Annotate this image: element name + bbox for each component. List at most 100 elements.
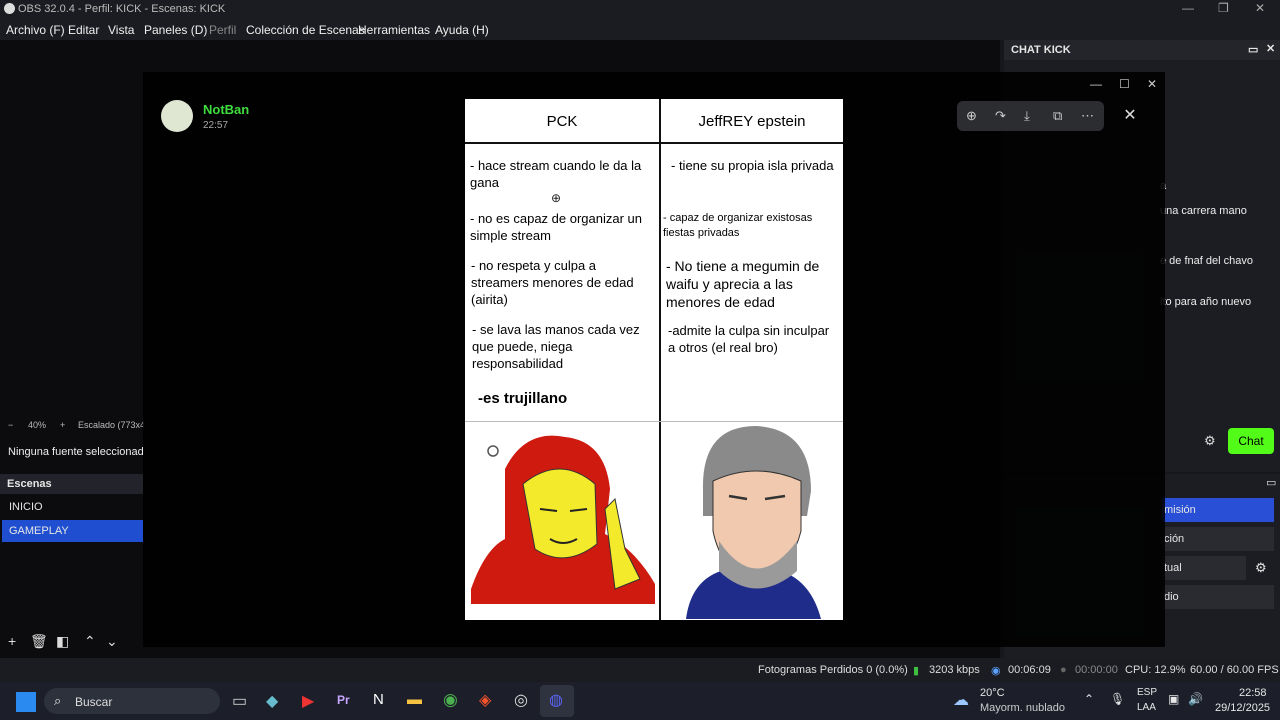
left-item: - no respeta y culpa a streamers menores… [471,258,634,307]
chevron-up-icon[interactable]: ⌃ [1084,692,1094,706]
premiere-icon[interactable]: Pr [337,693,350,707]
scene-item-inicio[interactable]: INICIO [2,496,143,518]
weather-icon: ☁ [953,692,969,709]
scenes-toolbar: + 🗑 ◧ ⌃ ⌄ [0,630,143,654]
search-placeholder: Buscar [75,695,113,709]
scene-item-gameplay[interactable]: GAMEPLAY [2,520,143,542]
wojak-red-hood-drawing [471,435,655,604]
message-time: 22:57 [203,120,229,131]
gear-icon[interactable]: ⚙ [1255,560,1267,576]
notion-icon[interactable]: N [373,691,384,708]
start-stream-button[interactable]: misión [1162,498,1274,522]
obs-logo-icon [4,3,15,14]
menu-editar[interactable]: Editar [68,23,99,37]
obs-titlebar: OBS 32.0.4 - Perfil: KICK - Escenas: KIC… [0,0,1280,18]
brave-icon[interactable]: ◈ [479,690,491,710]
avatar[interactable] [161,100,193,132]
right-column-header: JeffREY epstein [661,99,843,144]
windows-start-icon[interactable] [16,692,36,712]
viewer-toolbar: ⊕ ↷ ⤓ ⧉ ⋯ [957,101,1104,131]
left-item: - se lava las manos cada vez que puede, … [472,322,640,371]
folder-icon[interactable]: ▬ [407,691,422,708]
right-item: - capaz de organizar existosas fiestas p… [663,212,813,239]
chrome-icon[interactable]: ◉ [443,690,458,710]
scenes-title: Escenas [7,478,52,490]
zoom-out-button[interactable]: − [8,420,13,430]
maximize-button[interactable]: ☐ [1119,77,1130,91]
zoom-in-button[interactable]: + [60,420,65,430]
bitrate: 3203 kbps [929,664,980,676]
weather-desc: Mayorm. nublado [980,702,1065,714]
stream-icon: ● [1060,664,1067,676]
cpu-usage: CPU: 12.9% [1125,664,1186,676]
right-item: - tiene su propia isla privada [671,158,834,173]
obs-taskbar-icon[interactable]: ◎ [514,690,528,710]
gear-icon[interactable]: ⚙ [1204,433,1216,449]
close-button[interactable]: ✕ [1147,77,1157,91]
taskbar: ⌕ Buscar ▭ ◆ ▶ Pr N ▬ ◉ ◈ ◎ ◍ ☁ 20°C May… [0,682,1280,720]
move-down-icon[interactable]: ⌄ [106,633,118,650]
microphone-icon[interactable]: 🎙 [1110,692,1125,706]
scale-label: Escalado (773x4 [78,420,146,430]
open-external-icon[interactable]: ⧉ [1053,108,1062,124]
right-item: -admite la culpa sin inculpar a otros (e… [668,323,830,355]
download-icon[interactable]: ⤓ [1024,108,1030,124]
button-label: tual [1164,562,1182,574]
language-code[interactable]: ESP [1137,687,1157,698]
menu-paneles[interactable]: Paneles (D) [144,23,207,37]
button-label: misión [1164,504,1196,516]
left-item: - no es capaz de organizar un simple str… [470,211,642,243]
grey-bearded-man-drawing [686,426,821,619]
recording-time: 00:06:09 [1008,664,1051,676]
close-viewer-button[interactable]: ✕ [1116,101,1144,131]
scene-label: GAMEPLAY [9,525,69,537]
menu-coleccion[interactable]: Colección de Escenas [246,23,365,37]
filter-icon[interactable]: ◧ [56,633,69,650]
virtual-camera-button[interactable]: tual [1162,556,1246,580]
button-label: dio [1164,591,1179,603]
meme-image: PCK JeffREY epstein - hace stream cuando… [465,99,843,620]
zoom-bar: − 40% + Escalado (773x4 [0,418,146,432]
window-title: OBS 32.0.4 - Perfil: KICK - Escenas: KIC… [18,3,226,15]
stream-time: 00:00:00 [1075,664,1118,676]
button-label: ción [1164,533,1185,545]
undock-icon[interactable]: ▭ [1266,476,1276,489]
minimize-button[interactable]: — [1090,77,1102,91]
chat-dock-header: CHAT KICK ▭ ✕ [1004,40,1280,60]
add-scene-icon[interactable]: + [8,633,16,649]
menu-herramientas[interactable]: Herramientas [358,23,430,37]
network-icon[interactable]: ▣ [1168,692,1179,706]
media-player-icon[interactable]: ▶ [302,691,314,711]
minimize-button[interactable]: — [1182,1,1194,15]
menu-vista[interactable]: Vista [108,23,134,37]
clock-date: 29/12/2025 [1215,702,1271,714]
taskbar-search[interactable]: ⌕ Buscar [44,688,220,714]
signal-icon: ▮ [913,665,920,677]
zoom-icon[interactable]: ⊕ [966,108,977,124]
left-item: -es trujillano [478,390,568,407]
move-up-icon[interactable]: ⌃ [84,633,96,650]
author-name[interactable]: NotBan [203,102,249,117]
studio-mode-button[interactable]: dio [1162,585,1274,609]
copilot-icon[interactable]: ◆ [266,691,278,711]
close-dock-icon[interactable]: ✕ [1266,42,1275,55]
undock-icon[interactable]: ▭ [1248,43,1258,56]
forward-icon[interactable]: ↷ [995,108,1006,124]
more-icon[interactable]: ⋯ [1081,108,1094,124]
chat-send-button[interactable]: Chat [1228,428,1274,454]
menu-perfil[interactable]: Perfil [209,23,236,37]
maximize-button[interactable]: ❐ [1218,1,1229,15]
task-view-icon[interactable]: ▭ [232,691,247,711]
close-button[interactable]: ✕ [1255,1,1265,15]
volume-icon[interactable]: 🔊 [1188,692,1203,706]
rec-icon: ◉ [991,665,1001,677]
left-item: - hace stream cuando le da la gana [470,158,642,190]
discord-taskbar-item[interactable]: ◍ [540,685,574,717]
keyboard-layout[interactable]: LAA [1137,702,1156,713]
trash-icon[interactable]: 🗑 [30,633,48,650]
menu-ayuda[interactable]: Ayuda (H) [435,23,489,37]
weather-temp: 20°C [980,687,1005,699]
start-recording-button[interactable]: ción [1162,527,1274,551]
dropped-frames: Fotogramas Perdidos 0 (0.0%) [758,664,908,676]
menu-archivo[interactable]: Archivo (F) [6,23,65,37]
